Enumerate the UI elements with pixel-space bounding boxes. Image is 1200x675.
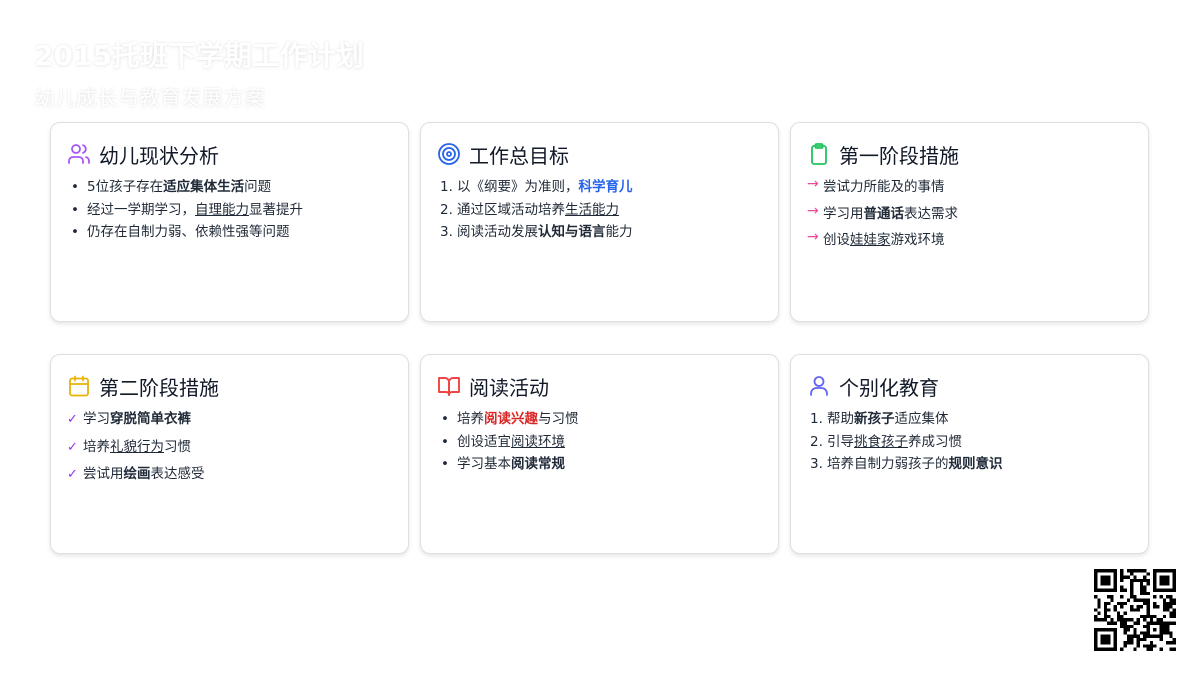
list-item: → 创设娃娃家游戏环境 — [807, 229, 1132, 252]
card-header: 个别化教育 — [807, 372, 1132, 400]
card-header: 工作总目标 — [437, 140, 762, 168]
book-open-icon — [437, 374, 461, 398]
card-child-status: 幼儿现状分析 • 5位孩子存在适应集体生活问题 • 经过一学期学习，自理能力显著提升… — [50, 122, 409, 322]
target-icon — [437, 142, 461, 166]
user-icon — [807, 374, 831, 398]
check-icon: ✓ — [67, 439, 78, 455]
qr-code-icon[interactable] — [1094, 569, 1176, 651]
list-item: → 学习用普通话表达需求 — [807, 203, 1132, 226]
card-title: 幼儿现状分析 — [99, 143, 219, 168]
bullet-list: • 培养阅读兴趣与习惯 • 创设适宜阅读环境 • 学习基本阅读常规 — [437, 408, 762, 476]
list-item: • 学习基本阅读常规 — [441, 456, 565, 472]
list-item: • 5位孩子存在适应集体生活问题 — [71, 179, 272, 195]
page-subtitle: 幼儿成长与教育发展方案 — [34, 86, 265, 110]
check-list: ✓ 学习穿脱简单衣裤 ✓ 培养礼貌行为习惯 ✓ 尝试用绘画表达感受 — [67, 408, 392, 487]
bullet-list: • 5位孩子存在适应集体生活问题 • 经过一学期学习，自理能力显著提升 • 仍存在自制… — [67, 176, 392, 244]
list-item: 3. 阅读活动发展认知与语言能力 — [440, 224, 633, 240]
card-title: 阅读活动 — [469, 375, 549, 400]
card-phase-one: 第一阶段措施 → 尝试力所能及的事情 → 学习用普通话表达需求 → 创设娃娃家游戏环境 — [790, 122, 1149, 322]
list-item: • 培养阅读兴趣与习惯 — [441, 411, 579, 427]
arrow-right-icon: → — [807, 176, 819, 192]
card-title: 工作总目标 — [469, 143, 569, 168]
list-item: → 尝试力所能及的事情 — [807, 176, 1132, 199]
list-item: ✓ 培养礼貌行为习惯 — [67, 436, 392, 460]
card-header: 幼儿现状分析 — [67, 140, 392, 168]
arrow-right-icon: → — [807, 202, 819, 219]
card-phase-two: 第二阶段措施 ✓ 学习穿脱简单衣裤 ✓ 培养礼貌行为习惯 ✓ 尝试用绘画表达感受 — [50, 354, 409, 554]
arrow-right-icon: → — [807, 229, 819, 245]
list-item: 2. 引导挑食孩子养成习惯 — [810, 433, 962, 450]
calendar-icon — [67, 374, 91, 398]
list-item: 3. 培养自制力弱孩子的规则意识 — [810, 456, 1003, 472]
card-title: 第二阶段措施 — [99, 375, 219, 400]
arrow-list: → 尝试力所能及的事情 → 学习用普通话表达需求 → 创设娃娃家游戏环境 — [807, 176, 1132, 252]
card-grid: 幼儿现状分析 • 5位孩子存在适应集体生活问题 • 经过一学期学习，自理能力显著提升… — [50, 122, 1150, 554]
card-title: 第一阶段措施 — [839, 143, 959, 168]
card-reading-activities: 阅读活动 • 培养阅读兴趣与习惯 • 创设适宜阅读环境 • 学习基本阅读常规 — [420, 354, 779, 554]
card-individual-education: 个别化教育 1. 帮助新孩子适应集体 2. 引导挑食孩子养成习惯 3. 培养自制力弱孩… — [790, 354, 1149, 554]
list-item: • 创设适宜阅读环境 — [441, 433, 565, 450]
page-title: 2015托班下学期工作计划 — [34, 39, 364, 72]
numbered-list: 1. 以《纲要》为准则，科学育儿 2. 通过区域活动培养生活能力 3. 阅读活动发展认… — [437, 176, 762, 244]
list-item: ✓ 学习穿脱简单衣裤 — [67, 408, 392, 432]
list-item: ✓ 尝试用绘画表达感受 — [67, 463, 392, 487]
check-icon: ✓ — [67, 412, 78, 427]
list-item: 1. 帮助新孩子适应集体 — [810, 411, 949, 427]
card-title: 个别化教育 — [839, 375, 939, 400]
card-overall-goals: 工作总目标 1. 以《纲要》为准则，科学育儿 2. 通过区域活动培养生活能力 3. 阅… — [420, 122, 779, 322]
clipboard-icon — [807, 142, 831, 166]
list-item: • 仍存在自制力弱、依赖性强等问题 — [71, 224, 290, 240]
card-header: 阅读活动 — [437, 372, 762, 400]
users-icon — [67, 142, 91, 166]
list-item: 2. 通过区域活动培养生活能力 — [440, 201, 619, 218]
check-icon: ✓ — [67, 467, 78, 482]
numbered-list: 1. 帮助新孩子适应集体 2. 引导挑食孩子养成习惯 3. 培养自制力弱孩子的规则意识 — [807, 408, 1132, 476]
card-header: 第一阶段措施 — [807, 140, 1132, 168]
list-item: 1. 以《纲要》为准则，科学育儿 — [440, 179, 633, 195]
list-item: • 经过一学期学习，自理能力显著提升 — [71, 201, 303, 218]
card-header: 第二阶段措施 — [67, 372, 392, 400]
